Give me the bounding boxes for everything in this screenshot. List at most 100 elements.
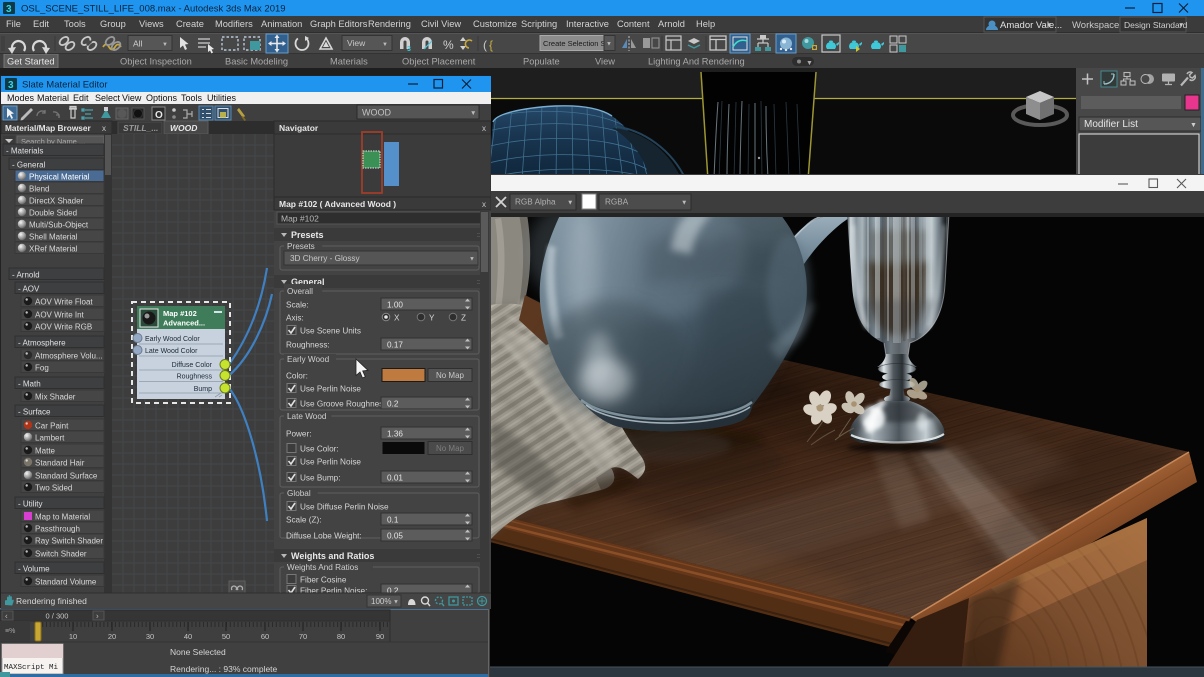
svg-text:Standard Surface: Standard Surface [35, 472, 98, 481]
svg-text:View: View [595, 57, 615, 67]
svg-text:Shell Material: Shell Material [29, 233, 78, 242]
svg-text:›: › [96, 612, 99, 621]
svg-text:View: View [122, 93, 142, 103]
svg-text:60: 60 [261, 632, 269, 641]
svg-text:Get Started: Get Started [7, 57, 55, 67]
svg-text:No Map: No Map [436, 371, 465, 380]
svg-text:Use Bump:: Use Bump: [300, 474, 341, 483]
svg-text:Map to Material: Map to Material [35, 513, 90, 522]
svg-text:Map #102: Map #102 [281, 214, 319, 224]
svg-text:Axis:: Axis: [286, 314, 304, 323]
svg-text:▼: ▼ [1178, 22, 1184, 29]
svg-text:Rendering finished: Rendering finished [16, 596, 87, 606]
svg-text:Color:: Color: [286, 372, 308, 381]
svg-text:Weights and Ratios: Weights and Ratios [291, 551, 374, 561]
svg-text:Scale (Z):: Scale (Z): [286, 516, 322, 525]
svg-text:- Utility: - Utility [18, 500, 42, 509]
svg-text:Options: Options [146, 93, 178, 103]
svg-text:Utilities: Utilities [207, 93, 237, 103]
svg-text:▼: ▼ [393, 600, 399, 606]
svg-text:Modifier List: Modifier List [1084, 119, 1138, 130]
svg-text:Diffuse Lobe Weight:: Diffuse Lobe Weight: [286, 532, 362, 541]
svg-text:XRef Material: XRef Material [29, 245, 78, 254]
svg-text:Select: Select [95, 93, 121, 103]
svg-text:Matte: Matte [35, 447, 56, 456]
svg-text:Use Color:: Use Color: [300, 445, 339, 454]
svg-text:x: x [482, 200, 486, 209]
svg-text:Use Perlin Noise: Use Perlin Noise [300, 385, 361, 394]
svg-text:Scale:: Scale: [286, 301, 309, 310]
svg-text:Two Sided: Two Sided [35, 484, 72, 493]
svg-text:▼: ▼ [806, 60, 813, 67]
svg-text:Car Paint: Car Paint [35, 422, 69, 431]
svg-text:Materials: Materials [330, 57, 368, 67]
svg-text:0.2: 0.2 [387, 400, 399, 409]
svg-text:Ray Switch Shader: Ray Switch Shader [35, 537, 103, 546]
svg-text:Amador Vale...: Amador Vale... [1000, 20, 1062, 31]
svg-text:Use Groove Roughness: Use Groove Roughness [300, 400, 387, 409]
svg-text:AOV Write Float: AOV Write Float [35, 298, 93, 307]
svg-text:O: O [155, 110, 163, 121]
svg-text:AOV Write Int: AOV Write Int [35, 311, 85, 320]
svg-text:Use Perlin Noise: Use Perlin Noise [300, 458, 361, 467]
svg-text:%: % [443, 38, 454, 52]
svg-text:1.36: 1.36 [387, 430, 403, 439]
svg-text:50: 50 [222, 632, 230, 641]
svg-text:Slate Material Editor: Slate Material Editor [22, 80, 108, 91]
svg-text:▼: ▼ [1190, 122, 1197, 129]
svg-text:Map #102 ( Advanced Wood ): Map #102 ( Advanced Wood ) [279, 199, 396, 209]
svg-text:Material: Material [37, 93, 69, 103]
svg-text:Material/Map Browser: Material/Map Browser [5, 123, 92, 133]
svg-text:X: X [394, 314, 400, 323]
svg-text:Edit: Edit [73, 93, 89, 103]
svg-text:- Atmosphere: - Atmosphere [18, 339, 66, 348]
svg-text:Late Wood Color: Late Wood Color [145, 348, 198, 355]
svg-text:Weights And Ratios: Weights And Ratios [287, 563, 358, 572]
svg-text:Atmosphere Volu...: Atmosphere Volu... [35, 352, 103, 361]
svg-text:Roughness: Roughness [177, 374, 213, 381]
svg-text:{: { [489, 38, 493, 52]
svg-text:Modes: Modes [7, 93, 35, 103]
svg-text:▼: ▼ [382, 42, 388, 48]
svg-text:Lighting And Rendering: Lighting And Rendering [648, 57, 745, 67]
svg-text:Fog: Fog [35, 364, 49, 373]
svg-text:DirectX Shader: DirectX Shader [29, 197, 84, 206]
svg-text:OSL_SCENE_STILL_LIFE_008.max -: OSL_SCENE_STILL_LIFE_008.max - Autodesk … [21, 4, 286, 15]
svg-text:3D Cherry - Glossy: 3D Cherry - Glossy [290, 254, 361, 263]
svg-text:Use Scene Units: Use Scene Units [300, 327, 361, 336]
svg-text:0.01: 0.01 [387, 474, 403, 483]
svg-text:▼: ▼ [162, 42, 168, 48]
svg-text:Standard Volume: Standard Volume [35, 578, 97, 587]
svg-text:- Surface: - Surface [18, 408, 51, 417]
svg-text:Global: Global [287, 489, 311, 498]
svg-text:≡%: ≡% [5, 628, 15, 635]
svg-text:WOOD: WOOD [362, 108, 391, 118]
svg-text:▼: ▼ [469, 257, 475, 263]
svg-text:Basic Modeling: Basic Modeling [225, 57, 288, 67]
svg-text:100%: 100% [371, 597, 391, 606]
svg-text:70: 70 [299, 632, 307, 641]
svg-text:Y: Y [429, 314, 435, 323]
svg-text:- General: - General [12, 161, 46, 170]
svg-text:▼: ▼ [681, 200, 687, 207]
svg-text:3: 3 [8, 80, 14, 91]
svg-text:Object Placement: Object Placement [402, 57, 476, 67]
svg-text:AOV Write RGB: AOV Write RGB [35, 323, 92, 332]
svg-text:Presets: Presets [287, 242, 315, 251]
svg-text:3: 3 [6, 4, 12, 15]
svg-text:▼: ▼ [606, 42, 612, 48]
svg-text:10: 10 [69, 632, 77, 641]
svg-text:40: 40 [184, 632, 192, 641]
svg-text:Populate: Populate [523, 57, 560, 67]
svg-text:Switch Shader: Switch Shader [35, 550, 87, 559]
svg-text:Mix Shader: Mix Shader [35, 393, 76, 402]
svg-text:Z: Z [461, 314, 466, 323]
svg-text:Early Wood Color: Early Wood Color [145, 336, 200, 343]
svg-text:Power:: Power: [286, 430, 311, 439]
svg-text:Multi/Sub-Object: Multi/Sub-Object [29, 221, 89, 230]
svg-text:- Materials: - Materials [6, 147, 43, 156]
svg-text:Tools: Tools [181, 93, 203, 103]
svg-text:Early Wood: Early Wood [287, 355, 330, 364]
svg-text:Rendering... : 93% complete: Rendering... : 93% complete [170, 664, 278, 674]
svg-text:Lambert: Lambert [35, 434, 65, 443]
